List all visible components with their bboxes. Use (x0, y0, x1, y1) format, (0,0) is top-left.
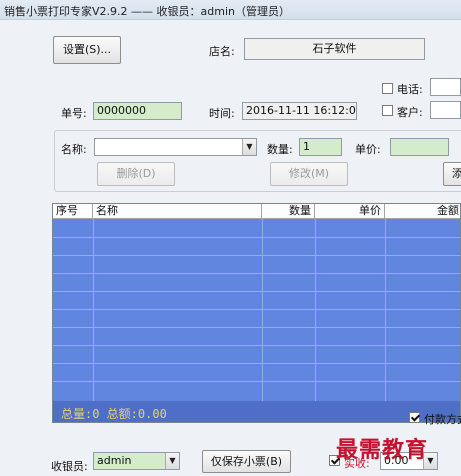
items-table[interactable]: 序号 名称 数量 单价 金额 总量:0 总额:0.00 (52, 203, 461, 423)
unit-price-label: 单价: (355, 143, 381, 156)
column-divider (262, 219, 263, 401)
quantity-field[interactable]: 1 (299, 138, 342, 156)
customer-label: 客户: (397, 106, 423, 119)
column-divider (385, 219, 386, 401)
column-header-name[interactable]: 名称 (93, 204, 262, 219)
phone-field[interactable] (430, 78, 461, 96)
totals-bar: 总量:0 总额:0.00 (53, 401, 460, 422)
ticket-number-field[interactable]: 0000000 (93, 102, 182, 120)
table-header: 序号 名称 数量 单价 金额 (53, 204, 460, 219)
column-header-amount[interactable]: 金额 (385, 204, 460, 219)
modify-button[interactable]: 修改(M) (270, 162, 348, 186)
item-name-select[interactable]: ▼ (94, 138, 257, 156)
title-bar: 销售小票打印专家V2.9.2 —— 收银员：admin（管理员） (0, 0, 461, 20)
customer-field[interactable] (430, 101, 461, 119)
row-divider (53, 363, 460, 364)
delete-button[interactable]: 删除(D) (97, 162, 175, 186)
add-button[interactable]: 添 (443, 162, 461, 186)
column-divider (93, 219, 94, 401)
column-divider (315, 219, 316, 401)
time-field: 2016-11-11 16:12:04 (242, 102, 357, 120)
ticket-number-label: 单号: (61, 107, 87, 120)
save-ticket-only-button[interactable]: 仅保存小票(B) (202, 450, 291, 473)
phone-label: 电话: (397, 83, 423, 96)
quantity-label: 数量: (267, 143, 293, 156)
column-header-unit-price[interactable]: 单价 (315, 204, 385, 219)
row-divider (53, 237, 460, 238)
cashier-select[interactable]: admin ▼ (93, 452, 180, 470)
customer-checkbox[interactable] (382, 105, 393, 116)
totals-text: 总量:0 总额:0.00 (61, 407, 167, 421)
row-divider (53, 327, 460, 328)
row-divider (53, 309, 460, 310)
column-header-quantity[interactable]: 数量 (262, 204, 315, 219)
row-divider (53, 255, 460, 256)
chevron-down-icon[interactable]: ▼ (242, 139, 256, 155)
time-label: 时间: (209, 107, 235, 120)
column-header-index[interactable]: 序号 (53, 204, 93, 219)
shop-name-field[interactable]: 石子软件 (244, 38, 425, 60)
item-name-label: 名称: (61, 143, 87, 156)
shop-name-label: 店名: (209, 45, 235, 58)
cashier-label: 收银员: (51, 460, 88, 473)
row-divider (53, 381, 460, 382)
settings-button[interactable]: 设置(S)... (53, 36, 121, 64)
unit-price-field[interactable] (390, 138, 449, 156)
chevron-down-icon[interactable]: ▼ (165, 453, 179, 469)
cashier-value: admin (97, 454, 132, 467)
row-divider (53, 345, 460, 346)
watermark: 最需教育 (336, 437, 429, 463)
row-divider (53, 291, 460, 292)
payment-method-checkbox[interactable] (409, 412, 420, 423)
window-title: 销售小票打印专家V2.9.2 —— 收银员：admin（管理员） (4, 5, 290, 18)
phone-checkbox[interactable] (382, 83, 393, 94)
payment-method-label: 付款方式 (424, 413, 461, 426)
row-divider (53, 273, 460, 274)
